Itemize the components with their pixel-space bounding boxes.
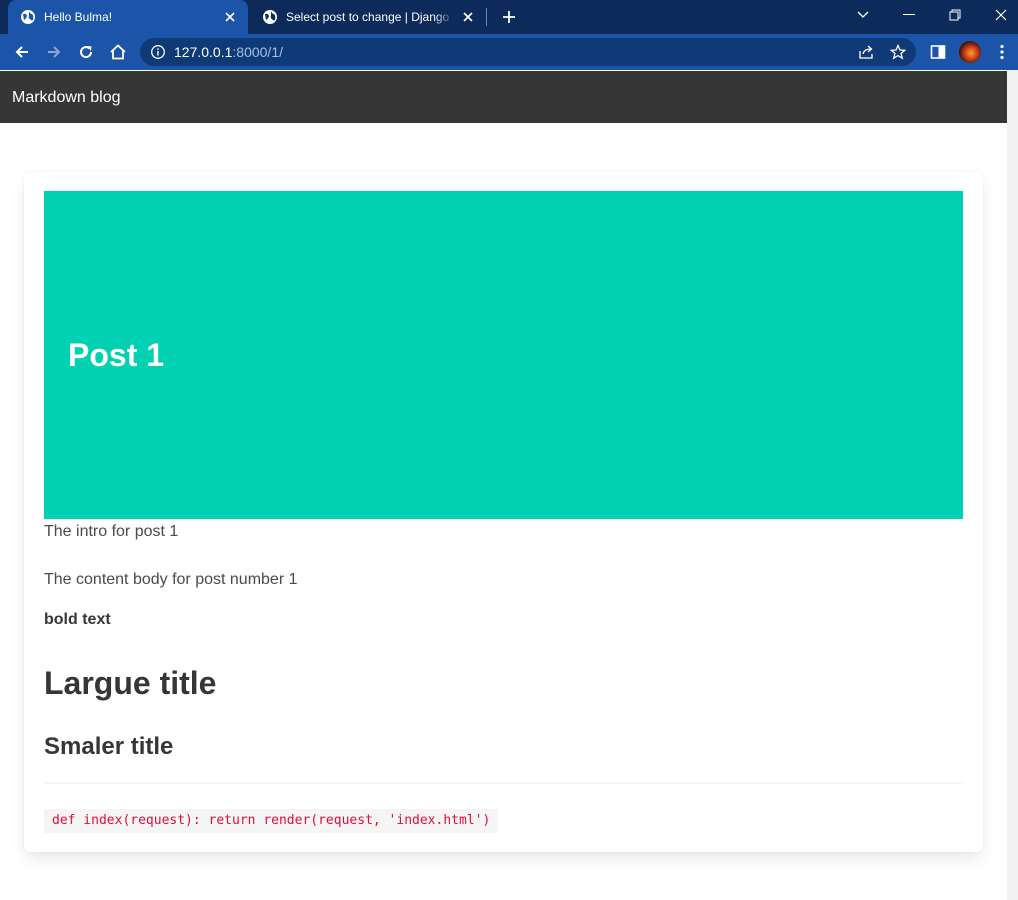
post-intro: The intro for post 1 bbox=[44, 523, 179, 540]
site-navbar: Markdown blog bbox=[0, 71, 1007, 123]
minimize-icon[interactable] bbox=[886, 0, 932, 30]
post-body-paragraph: The content body for post number 1 bbox=[44, 571, 298, 588]
post-small-heading: Smaler title bbox=[44, 733, 174, 760]
tab-django-admin[interactable]: Select post to change | Django site admi… bbox=[250, 0, 486, 34]
tab-search-icon[interactable] bbox=[840, 0, 886, 30]
navbar-brand[interactable]: Markdown blog bbox=[12, 89, 121, 107]
url-host: 127.0.0.1 bbox=[174, 44, 233, 60]
post-card: Post 1 The intro for post 1 The content … bbox=[24, 172, 983, 852]
post-large-heading: Largue title bbox=[44, 665, 217, 701]
page-scrollbar[interactable] bbox=[1007, 70, 1018, 900]
close-icon[interactable] bbox=[460, 9, 476, 25]
menu-icon[interactable] bbox=[992, 42, 1012, 62]
divider bbox=[44, 782, 963, 784]
globe-icon bbox=[20, 9, 36, 25]
tab-title: Select post to change | Django site admi… bbox=[286, 10, 454, 24]
browser-toolbar: 127.0.0.1:8000/1/ bbox=[0, 34, 1018, 70]
close-icon[interactable] bbox=[222, 9, 238, 25]
restore-icon[interactable] bbox=[932, 0, 978, 30]
plus-icon[interactable] bbox=[500, 8, 518, 26]
profile-avatar[interactable] bbox=[959, 41, 981, 63]
post-bold-text: bold text bbox=[44, 611, 111, 628]
url-text: 127.0.0.1:8000/1/ bbox=[174, 44, 283, 60]
reload-icon[interactable] bbox=[74, 40, 98, 64]
back-icon[interactable] bbox=[10, 40, 34, 64]
globe-icon bbox=[262, 9, 278, 25]
page-viewport: Markdown blog Post 1 The intro for post … bbox=[0, 70, 1007, 900]
tab-strip: Hello Bulma! Select post to change | Dja… bbox=[0, 0, 1018, 34]
code-snippet: def index(request): return render(reques… bbox=[44, 809, 499, 833]
share-icon[interactable] bbox=[858, 44, 874, 60]
info-icon[interactable] bbox=[150, 44, 166, 60]
post-title: Post 1 bbox=[68, 337, 165, 373]
window-close-icon[interactable] bbox=[978, 0, 1018, 30]
tab-title: Hello Bulma! bbox=[44, 10, 113, 24]
tab-separator bbox=[486, 8, 487, 26]
side-panel-icon[interactable] bbox=[928, 42, 948, 62]
star-icon[interactable] bbox=[890, 44, 906, 60]
post-hero: Post 1 bbox=[44, 191, 963, 519]
tab-hello-bulma[interactable]: Hello Bulma! bbox=[8, 0, 248, 34]
address-bar[interactable]: 127.0.0.1:8000/1/ bbox=[140, 38, 916, 66]
home-icon[interactable] bbox=[106, 40, 130, 64]
url-path: :8000/1/ bbox=[232, 44, 283, 60]
forward-icon[interactable] bbox=[42, 40, 66, 64]
